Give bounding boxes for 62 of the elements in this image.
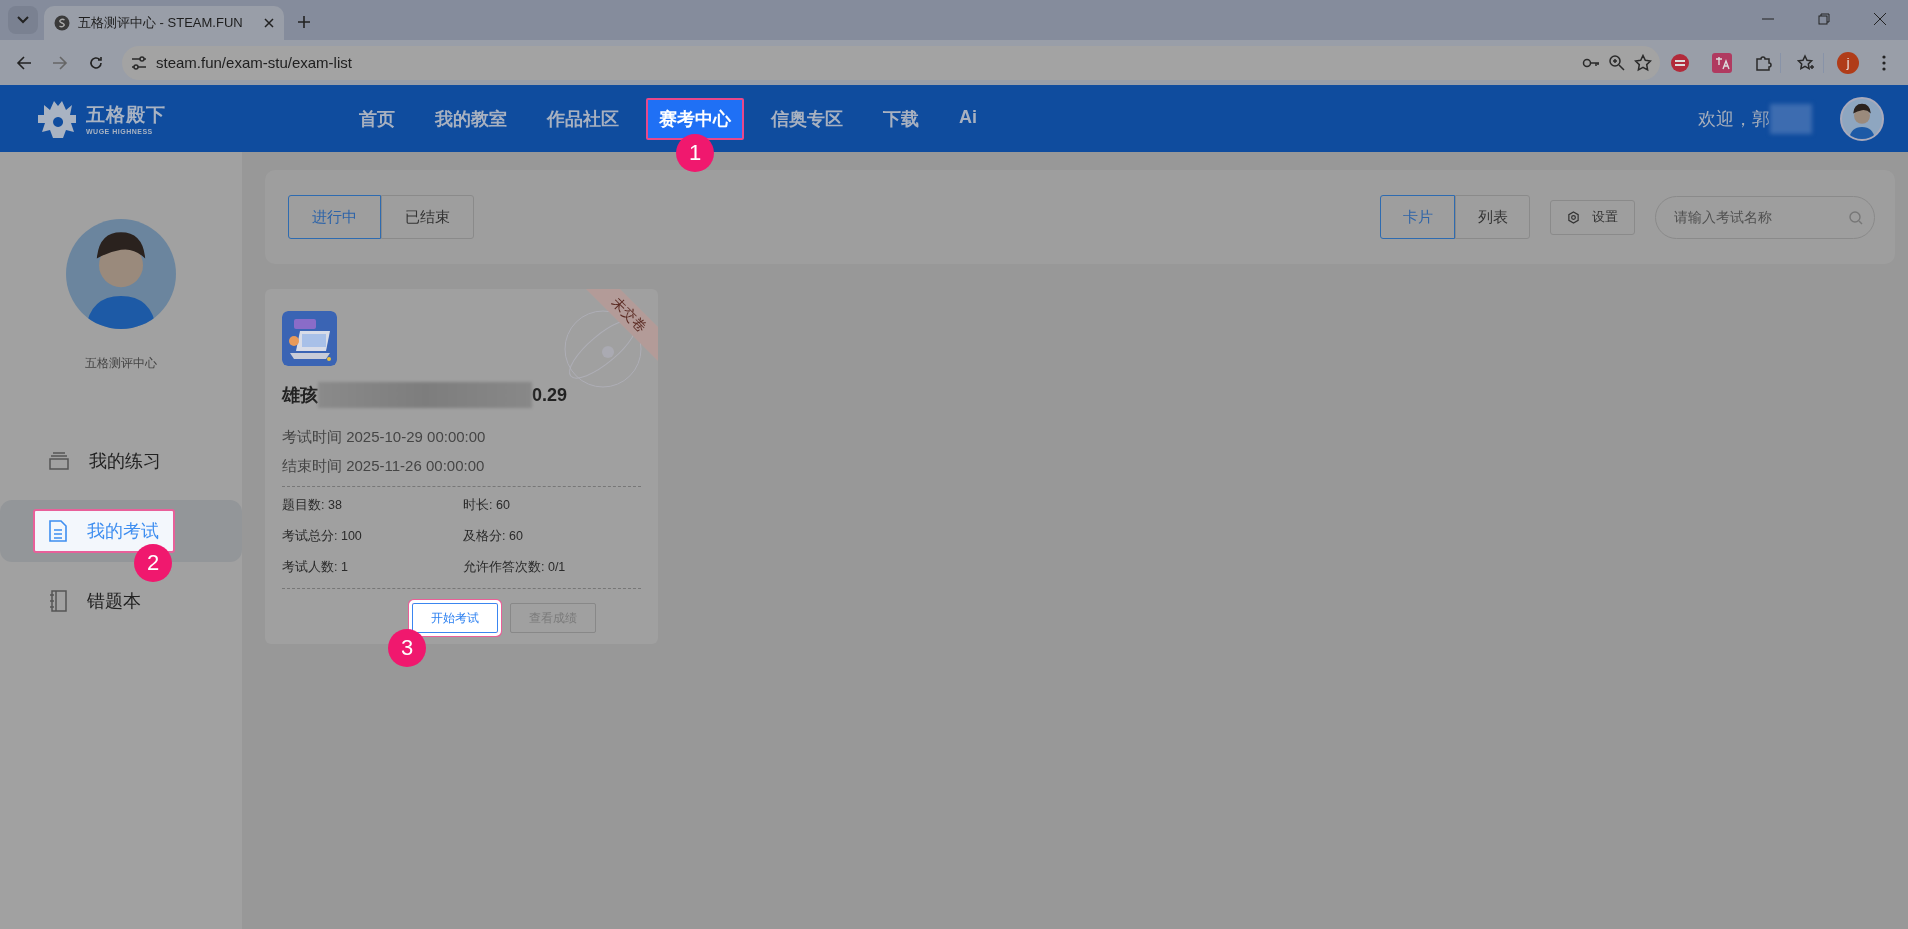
reload-icon (88, 54, 104, 71)
notebook-icon (49, 590, 67, 612)
end-time: 结束时间 2025-11-26 00:00:00 (282, 457, 486, 476)
search-icon (1849, 210, 1863, 225)
star-icon[interactable] (1634, 53, 1652, 72)
address-bar[interactable]: steam.fun/exam-stu/exam-list (122, 45, 1660, 80)
settings-icon (1567, 210, 1580, 224)
step-marker: 3 (388, 629, 426, 667)
nav-link[interactable]: 作品社区 (534, 97, 632, 140)
exam-stat: 考试人数: 1 (282, 559, 349, 576)
close-icon[interactable] (264, 18, 274, 28)
nav-link[interactable]: Ai (946, 97, 990, 137)
welcome-text: 欢迎，郭 (1698, 107, 1770, 131)
exam-stat: 题目数: 38 (282, 497, 343, 514)
sidebar-item[interactable]: 我的练习 (33, 439, 177, 483)
restore-icon (1818, 13, 1830, 25)
nav-link[interactable]: 信奥专区 (758, 97, 856, 140)
chevron-down-icon (17, 16, 29, 24)
status-tab[interactable]: 已结束 (381, 195, 474, 239)
extensions-icon[interactable] (1754, 53, 1772, 72)
logo-name: 五格殿下 (86, 103, 166, 127)
start-time: 考试时间 2025-10-29 00:00:00 (282, 428, 487, 447)
tab-title: 五格测评中心 - STEAM.FUN (78, 14, 244, 32)
settings-button[interactable]: 设置 (1550, 199, 1635, 235)
zoom-icon[interactable] (1608, 53, 1626, 72)
exam-stat: 及格分: 60 (463, 528, 524, 545)
view-tab[interactable]: 卡片 (1380, 195, 1455, 239)
status-tab[interactable]: 进行中 (288, 195, 381, 239)
stack-icon (49, 452, 69, 470)
extension-icon[interactable] (1670, 52, 1690, 73)
exam-title: 雄孩 (282, 384, 318, 407)
nav-link[interactable]: 赛考中心 (646, 97, 744, 140)
site-settings-icon[interactable] (130, 53, 148, 72)
step-marker: 2 (134, 544, 172, 582)
plus-icon (297, 15, 311, 29)
nav-link[interactable]: 下载 (870, 97, 932, 140)
exam-stat: 时长: 60 (463, 497, 511, 514)
profile-name: 五格测评中心 (85, 355, 157, 372)
menu-icon (1882, 54, 1886, 71)
profile-button[interactable]: j (1837, 51, 1859, 74)
translate-icon[interactable] (1712, 52, 1732, 73)
laptop-illustration (282, 311, 337, 366)
minimize-icon (1762, 18, 1774, 20)
tab-search-button[interactable] (8, 6, 38, 34)
favorites-icon[interactable] (1797, 53, 1815, 72)
user-avatar[interactable] (1840, 96, 1884, 141)
close-icon (1874, 13, 1886, 25)
exam-title: 0.29 (532, 384, 568, 406)
sidebar-item[interactable]: 错题本 (33, 579, 157, 623)
back-arrow-icon (16, 54, 32, 71)
nav-link[interactable]: 首页 (346, 97, 408, 140)
forward-arrow-icon (52, 54, 68, 71)
site-icon (54, 15, 70, 31)
exam-stat: 允许作答次数: 0/1 (463, 559, 567, 576)
browser-tab[interactable]: 五格测评中心 - STEAM.FUN (44, 6, 284, 40)
search-field[interactable]: 请输入考试名称 (1655, 195, 1875, 239)
blurred-text (1770, 103, 1812, 134)
view-tab[interactable]: 列表 (1455, 195, 1530, 239)
sidebar-item[interactable]: 我的考试 (33, 509, 175, 553)
exam-stat: 考试总分: 100 (282, 528, 363, 545)
document-icon (49, 520, 67, 542)
nav-link[interactable]: 我的教室 (422, 97, 520, 140)
